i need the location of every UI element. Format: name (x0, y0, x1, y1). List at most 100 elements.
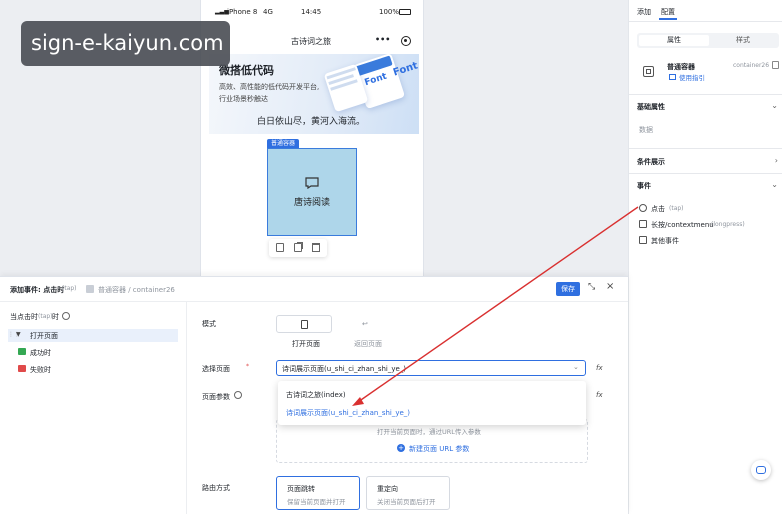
tap-event-icon (639, 204, 647, 212)
save-button[interactable]: 保存 (556, 282, 580, 296)
chevron-down-icon[interactable]: ⌄ (573, 363, 579, 371)
copy-icon[interactable] (294, 243, 302, 252)
event-dialog: 添加事件: 点击时 (tap) 普通容器 / container26 保存 ⤡ … (0, 276, 628, 514)
properties-panel: 添加 配置 属性 样式 普通容器 container26 使用指引 基础属性 ⌄… (628, 0, 782, 514)
status-bar: ▂▃▅ iPhone 8 4G 14:45 100% (201, 8, 425, 22)
capsule-close-icon[interactable] (401, 36, 411, 46)
save-template-icon[interactable] (276, 243, 284, 252)
banner-poem: 白日依山尽，黄河入海流。 (257, 117, 366, 127)
dropdown-option-shici[interactable]: 诗词展示页面(u_shi_ci_zhan_shi_ye_) (286, 408, 410, 418)
params-hint: 打开当前页面时，通过URL传入参数 (377, 428, 481, 436)
promo-banner[interactable]: 微搭低代码 高效、高性能的低代码开发平台, 行业场景秒触达 白日依山尽，黄河入海… (209, 54, 419, 134)
longpress-event-icon (639, 220, 647, 228)
mode-label: 模式 (202, 320, 216, 328)
tree-fail[interactable]: 失败时 (30, 365, 51, 375)
tree-item-open-page[interactable]: ⋮⋮ ▼ 打开页面 (8, 329, 178, 342)
subtab-switch: 属性 样式 (637, 33, 779, 48)
route-redirect-desc: 关闭当前页面后打开 (377, 498, 436, 506)
chevron-down-icon[interactable]: ⌄ (771, 180, 778, 189)
banner-card-text-2: Font (391, 60, 419, 79)
section-condition[interactable]: 条件展示 (637, 157, 665, 167)
copy-id-icon[interactable] (772, 61, 779, 69)
divider (0, 301, 628, 302)
help-icon[interactable] (62, 312, 70, 320)
network: 4G (263, 8, 273, 16)
route-navigate-desc: 保留当前页面并打开 (287, 498, 346, 506)
divider (629, 173, 782, 174)
banner-line-1: 高效、高性能的低代码开发平台, (219, 83, 320, 91)
dialog-title-code: (tap) (62, 285, 77, 292)
banner-line-2: 行业场景秒触达 (219, 95, 268, 103)
component-toolbar (269, 239, 327, 257)
tree-action-label: 打开页面 (30, 332, 58, 340)
tab-config[interactable]: 配置 (661, 7, 675, 17)
close-icon[interactable]: × (606, 281, 614, 292)
dialog-title: 添加事件: 点击时 (10, 286, 65, 294)
expand-icon[interactable]: ⤡ (588, 282, 595, 292)
add-param-button[interactable]: 新建页面 URL 参数 (409, 444, 469, 454)
mode-open-page-option[interactable] (276, 315, 332, 333)
divider (629, 21, 782, 22)
selected-container[interactable]: 唐诗阅读 (267, 148, 357, 236)
event-other[interactable]: 其他事件 (651, 236, 679, 246)
select-page-label: 选择页面 (202, 365, 230, 373)
event-tap-code: (tap) (669, 205, 684, 212)
select-page-dropdown[interactable]: 诗词展示页面(u_shi_ci_zhan_shi_ye_) ⌄ (276, 360, 586, 376)
banner-card-text: Font (363, 71, 389, 89)
message-icon (305, 177, 319, 189)
event-longpress-code: (longpress) (711, 221, 745, 228)
more-icon[interactable]: ••• (375, 35, 390, 44)
assistant-icon[interactable] (751, 460, 771, 480)
watermark: sign-e-kaiyun.com (21, 21, 230, 66)
tree-root-code: (tap) (38, 313, 53, 320)
tree-root-suffix: 时 (52, 313, 59, 321)
fail-icon (18, 365, 26, 372)
other-events-icon (639, 236, 647, 244)
fx-button-page[interactable]: fx (596, 364, 603, 372)
event-longpress[interactable]: 长按/contextmenu (651, 220, 714, 230)
subtab-props[interactable]: 属性 (639, 35, 709, 46)
event-tap[interactable]: 点击 (651, 204, 665, 214)
page-title: 古诗词之旅 (291, 37, 331, 46)
mode-back-label[interactable]: 返回页面 (354, 339, 382, 349)
delete-icon[interactable] (312, 243, 320, 252)
component-name: 普通容器 (667, 63, 695, 71)
route-redirect-option[interactable]: 重定向 关闭当前页面后打开 (366, 476, 450, 510)
success-icon (18, 348, 26, 355)
help-icon[interactable] (234, 391, 242, 399)
route-label: 路由方式 (202, 484, 230, 492)
component-id: container26 (733, 62, 770, 69)
chevron-right-icon[interactable]: › (775, 156, 778, 165)
tree-root-label: 当点击时 (10, 313, 38, 321)
dialog-breadcrumb: 普通容器 / container26 (98, 286, 175, 294)
container-icon (86, 285, 94, 293)
back-icon[interactable]: ↩ (362, 320, 368, 328)
fx-button-params[interactable]: fx (596, 391, 603, 399)
page-params-label: 页面参数 (202, 393, 230, 401)
route-navigate-label: 页面跳转 (287, 485, 315, 493)
dropdown-option-index[interactable]: 古诗词之旅(index) (286, 390, 346, 400)
container-label: 唐诗阅读 (293, 198, 330, 208)
tab-add[interactable]: 添加 (637, 7, 651, 17)
caret-down-icon[interactable]: ▼ (16, 331, 21, 338)
selected-page-value: 诗词展示页面(u_shi_ci_zhan_shi_ye_) (282, 365, 407, 373)
divider (629, 148, 782, 149)
subtab-style[interactable]: 样式 (709, 35, 777, 46)
data-label: 数据 (639, 126, 653, 134)
carrier: iPhone 8 (227, 8, 258, 16)
params-area: 打开当前页面时，通过URL传入参数 + 新建页面 URL 参数 (276, 419, 588, 463)
divider (629, 94, 782, 95)
chevron-down-icon[interactable]: ⌄ (771, 101, 778, 110)
route-redirect-label: 重定向 (377, 485, 398, 493)
clock: 14:45 (301, 8, 322, 16)
usage-guide-link[interactable]: 使用指引 (679, 72, 705, 82)
route-navigate-option[interactable]: 页面跳转 保留当前页面并打开 (276, 476, 360, 510)
mini-program-navbar: 古诗词之旅 ••• (201, 32, 425, 50)
required-mark: * (246, 363, 249, 370)
page-dropdown-menu: 古诗词之旅(index) 诗词展示页面(u_shi_ci_zhan_shi_ye… (278, 381, 586, 425)
plus-icon[interactable]: + (397, 444, 405, 452)
tree-success[interactable]: 成功时 (30, 348, 51, 358)
section-basic-props[interactable]: 基础属性 (637, 102, 665, 112)
section-events[interactable]: 事件 (637, 181, 651, 191)
battery-icon (399, 9, 411, 15)
